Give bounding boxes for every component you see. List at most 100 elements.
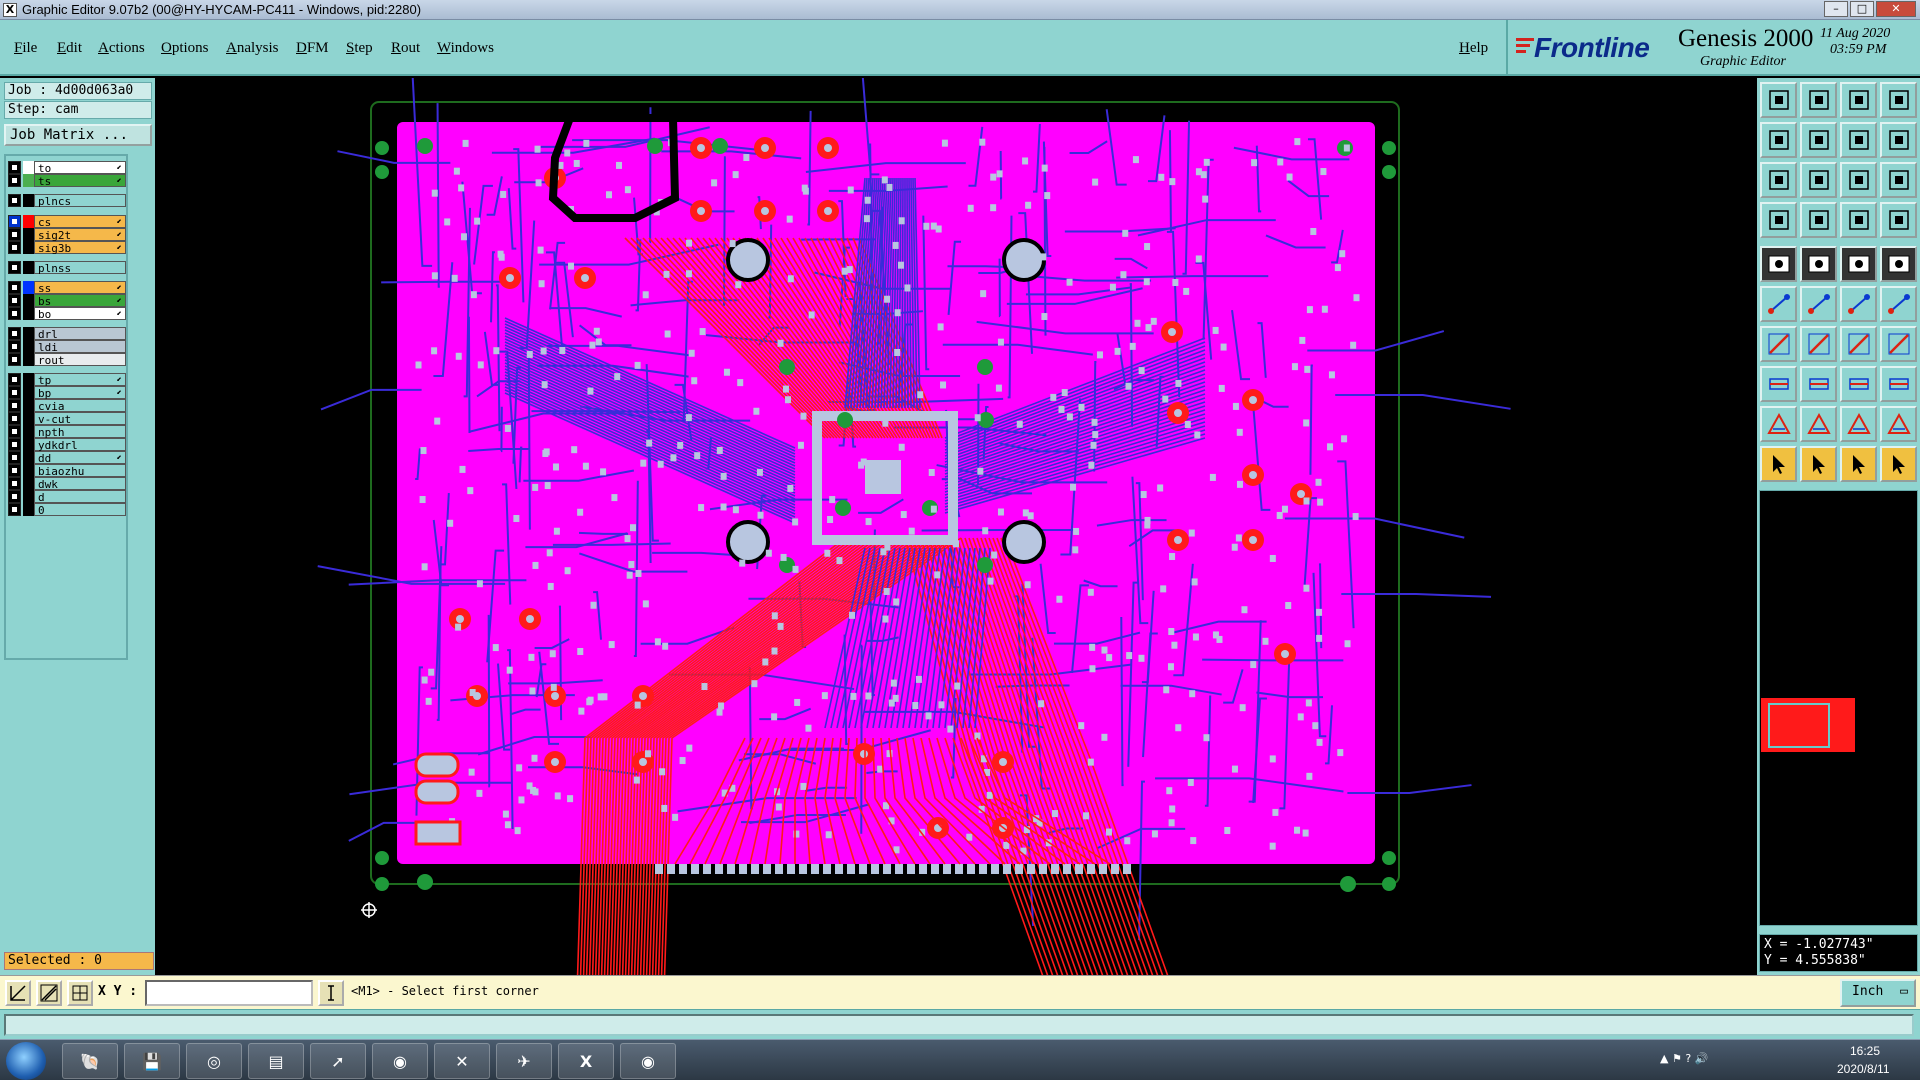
red-swirl-app-icon[interactable]: ◎	[186, 1043, 242, 1079]
menu-rout[interactable]: Rout	[391, 40, 420, 57]
layer-name[interactable]: rout	[34, 353, 126, 367]
layer-name[interactable]: 0	[34, 503, 126, 517]
layer-checkbox[interactable]	[8, 261, 21, 274]
smd-pad	[990, 173, 997, 181]
system-tray[interactable]: ▲ ⚑ ? 🔊	[1660, 1052, 1708, 1065]
layer-checkbox[interactable]	[8, 307, 21, 320]
smd-pad	[431, 272, 438, 280]
pan-right-icon[interactable]	[1800, 122, 1837, 158]
zoom-in-icon[interactable]	[1840, 122, 1877, 158]
app-icon[interactable]: X	[3, 3, 17, 17]
pad-icon[interactable]	[1760, 246, 1797, 282]
layer-row-0[interactable]: 0	[8, 502, 126, 517]
triangle2-icon[interactable]	[1800, 406, 1837, 442]
layer-name[interactable]: ts ⬋	[34, 174, 126, 188]
excel-icon[interactable]: X	[558, 1043, 614, 1079]
measure-icon[interactable]	[1840, 366, 1877, 402]
zoom-back-icon[interactable]	[1800, 82, 1837, 118]
job-matrix-button[interactable]: Job Matrix ...	[4, 124, 152, 146]
select-arrow2-icon[interactable]	[1800, 446, 1837, 482]
menu-edit[interactable]: Edit	[57, 40, 82, 57]
node-icon[interactable]	[1840, 286, 1877, 322]
connect-icon[interactable]	[1760, 286, 1797, 322]
menu-options[interactable]: Options	[161, 40, 209, 57]
menu-step[interactable]: Step	[346, 40, 373, 57]
pcb-board-view[interactable]	[155, 66, 1757, 1059]
eye-viewer-icon[interactable]: ◉	[372, 1043, 428, 1079]
compare-alt-icon[interactable]	[1880, 202, 1917, 238]
layer-name[interactable]: plnss	[34, 261, 126, 275]
graphic-canvas[interactable]	[155, 66, 1757, 1059]
triangle3-icon[interactable]	[1840, 406, 1877, 442]
layer-name[interactable]: bo ⬋	[34, 307, 126, 321]
dash-icon[interactable]	[1800, 366, 1837, 402]
grid-icon[interactable]	[1800, 202, 1837, 238]
rotate-icon[interactable]	[1880, 366, 1917, 402]
x-app-icon[interactable]: ✕	[434, 1043, 490, 1079]
layer-name[interactable]: sig3b ⬋	[34, 241, 126, 255]
menu-help[interactable]: Help	[1459, 40, 1488, 57]
line-icon[interactable]	[1800, 246, 1837, 282]
menu-dfm[interactable]: DFM	[296, 40, 329, 57]
layer-swap-icon[interactable]	[1760, 202, 1797, 238]
layer-name[interactable]: plncs	[34, 194, 126, 208]
layer-row-rout[interactable]: rout	[8, 352, 126, 367]
menu-file[interactable]: File	[14, 40, 37, 57]
snap-mode-icon[interactable]	[5, 980, 31, 1006]
scale-icon[interactable]	[1840, 162, 1877, 198]
zoom-window-icon[interactable]	[1880, 82, 1917, 118]
triangle-icon[interactable]	[1760, 406, 1797, 442]
menu-analysis[interactable]: Analysis	[226, 40, 279, 57]
measure-mode-icon[interactable]	[36, 980, 62, 1006]
move-icon[interactable]	[1760, 366, 1797, 402]
grid-mode-icon[interactable]	[67, 980, 93, 1006]
compare-icon[interactable]	[1840, 202, 1877, 238]
surface-icon[interactable]	[1840, 246, 1877, 282]
draw-line-icon[interactable]	[1760, 326, 1797, 362]
green-arrow-app-icon[interactable]: ➚	[310, 1043, 366, 1079]
query-icon[interactable]	[1880, 162, 1917, 198]
maximize-icon[interactable]: □	[1850, 1, 1874, 17]
xy-input[interactable]	[145, 980, 313, 1006]
circle-icon[interactable]	[1880, 246, 1917, 282]
cursor-mode-icon[interactable]	[318, 980, 344, 1006]
draw-line2-icon[interactable]	[1800, 326, 1837, 362]
zoom-out-icon[interactable]	[1880, 122, 1917, 158]
layer-checkbox[interactable]	[8, 503, 21, 516]
layer-checkbox[interactable]	[8, 194, 21, 207]
triangle4-icon[interactable]	[1880, 406, 1917, 442]
layer-checkbox[interactable]	[8, 241, 21, 254]
pan-left-icon[interactable]	[1760, 122, 1797, 158]
center-icon[interactable]	[1800, 162, 1837, 198]
menu-actions[interactable]: Actions	[98, 40, 145, 57]
layer-checkbox[interactable]	[8, 174, 21, 187]
layer-row-bo[interactable]: bo ⬋	[8, 306, 126, 321]
menu-windows[interactable]: Windows	[437, 40, 494, 57]
node-alt-icon[interactable]	[1880, 286, 1917, 322]
arc-icon[interactable]	[1840, 326, 1877, 362]
select-arrow4-icon[interactable]	[1880, 446, 1917, 482]
start-button[interactable]	[6, 1042, 46, 1080]
fit-all-icon[interactable]	[1760, 162, 1797, 198]
layer-checkbox[interactable]	[8, 353, 21, 366]
close-icon[interactable]: ✕	[1876, 1, 1916, 17]
layer-row-plnss[interactable]: plnss	[8, 260, 126, 275]
zoom-house-icon[interactable]	[1840, 82, 1877, 118]
notepad-icon[interactable]: ▤	[248, 1043, 304, 1079]
layer-row-sig3b[interactable]: sig3b ⬋	[8, 240, 126, 255]
layer-row-plncs[interactable]: plncs	[8, 193, 126, 208]
telegram-icon[interactable]: ✈	[496, 1043, 552, 1079]
minimize-icon[interactable]: –	[1824, 1, 1848, 17]
cross-icon[interactable]	[1800, 286, 1837, 322]
select-arrow3-icon[interactable]	[1840, 446, 1877, 482]
eye-viewer-icon-2[interactable]: ◉	[620, 1043, 676, 1079]
save-disk-icon[interactable]: 💾	[124, 1043, 180, 1079]
overview-viewport[interactable]	[1768, 703, 1830, 748]
text-icon[interactable]	[1880, 326, 1917, 362]
zoom-home-icon[interactable]	[1760, 82, 1797, 118]
layer-row-ts[interactable]: ts ⬋	[8, 173, 126, 188]
select-arrow-icon[interactable]	[1760, 446, 1797, 482]
overview-window[interactable]	[1759, 490, 1918, 926]
shell-icon[interactable]: 🐚	[62, 1043, 118, 1079]
units-button[interactable]: Inch ▭	[1840, 979, 1916, 1007]
